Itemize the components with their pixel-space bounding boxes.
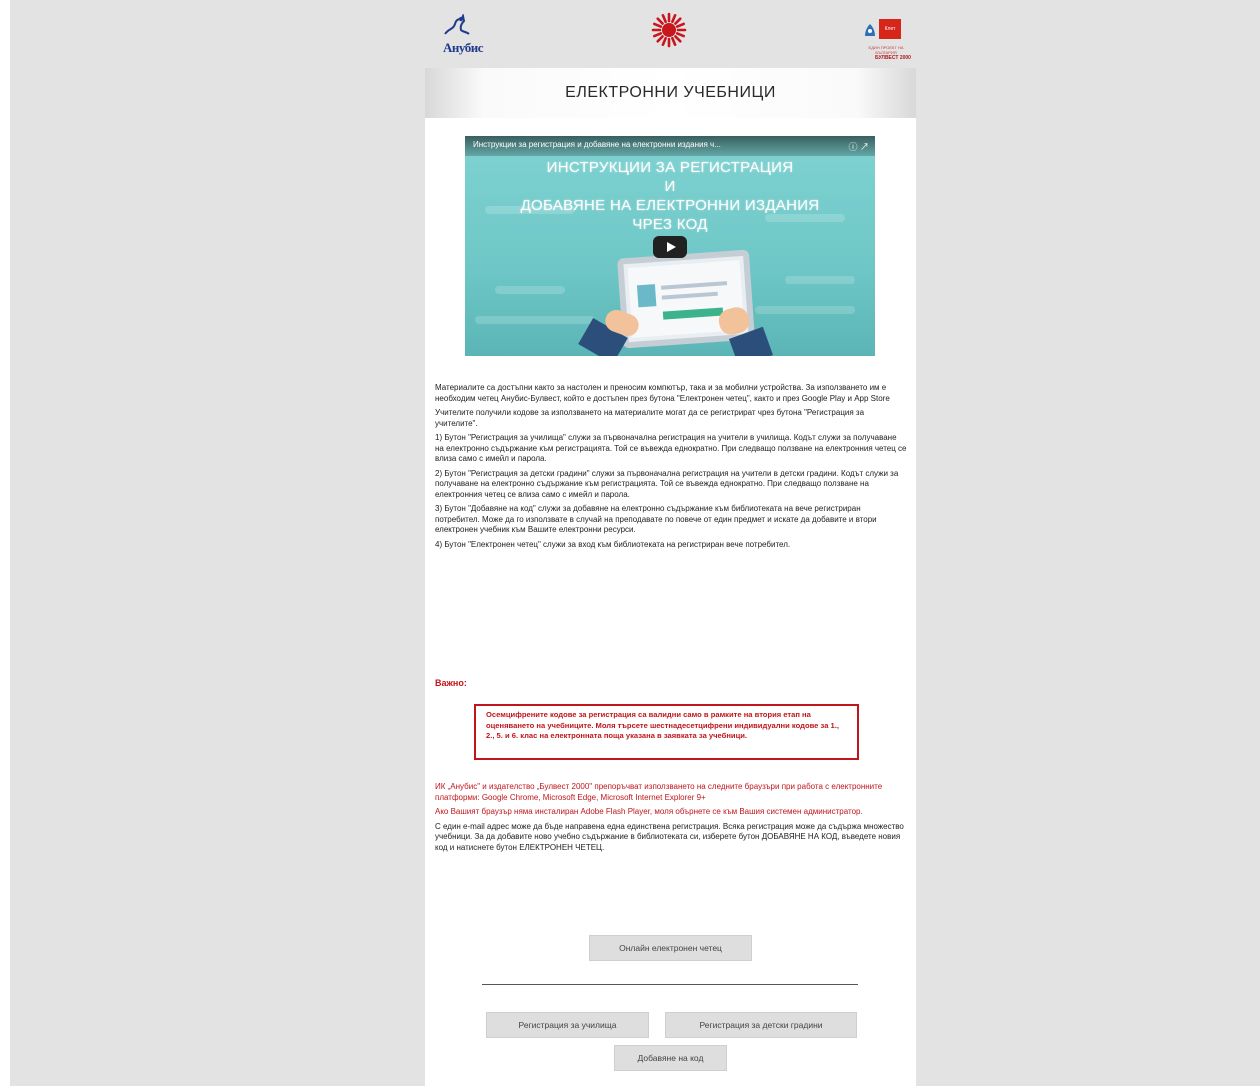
bulvest-sun-icon — [651, 12, 687, 48]
important-label: Важно: — [435, 678, 467, 688]
register-schools-button[interactable]: Регистрация за училища — [486, 1012, 649, 1038]
divider — [482, 984, 858, 985]
anubis-figure-icon — [444, 12, 470, 35]
video-decor-stripe — [495, 286, 565, 294]
paragraph: Учителите получили кодове за използванет… — [435, 408, 865, 428]
video-share-icons[interactable]: ⓘ ↗ — [848, 140, 869, 153]
play-button[interactable] — [653, 236, 687, 258]
email-note: С един e-mail адрес може да бъде направе… — [435, 821, 904, 852]
bulvest-logo[interactable]: БУЛВЕСТ 2000 — [647, 12, 911, 62]
video-headline-line: И — [664, 178, 676, 195]
video-player[interactable]: Инструкции за регистрация и добавяне на … — [465, 136, 875, 356]
ministry-emblem-icon — [865, 24, 875, 36]
klett-logo-box: Клет — [879, 19, 901, 39]
video-decor-stripe — [755, 306, 855, 314]
page: Анубис БУЛВЕСТ 2000 Клет ЕДИН ПРОЕКТ НА … — [425, 0, 916, 1086]
anubis-logo[interactable]: Анубис — [433, 12, 483, 62]
flash-note: Ако Вашият браузър няма инсталиран Adobe… — [435, 807, 863, 816]
add-code-button[interactable]: Добавяне на код — [614, 1045, 727, 1071]
info-icon[interactable]: ⓘ — [848, 142, 857, 152]
warning-box: Осемцифрените кодове за регистрация са в… — [474, 704, 859, 760]
form-button-illustration — [662, 307, 724, 320]
form-line-illustration — [661, 281, 728, 290]
register-kindergartens-button[interactable]: Регистрация за детски градини — [665, 1012, 857, 1038]
form-line-illustration — [661, 291, 718, 300]
video-title[interactable]: Инструкции за регистрация и добавяне на … — [473, 140, 843, 149]
paragraph: Материалите са достъпни както за настоле… — [435, 383, 890, 403]
klett-logo-subtext: ЕДИН ПРОЕКТ НА БЪЛГАРИЯ — [868, 45, 904, 55]
video-headline-line: ЧРЕЗ КОД — [632, 216, 708, 233]
klett-logo[interactable]: Клет ЕДИН ПРОЕКТ НА БЪЛГАРИЯ — [862, 17, 910, 62]
title-bar: ЕЛЕКТРОННИ УЧЕБНИЦИ — [425, 68, 916, 118]
logo-row: Анубис БУЛВЕСТ 2000 Клет ЕДИН ПРОЕКТ НА … — [425, 0, 916, 68]
browser-note: ИК „Анубис" и издателство „Булвест 2000"… — [435, 782, 883, 802]
paragraph: 4) Бутон "Електронен четец" служи за вхо… — [435, 539, 791, 549]
paragraph: 1) Бутон "Регистрация за училища" служи … — [435, 433, 907, 463]
paragraph: 2) Бутон "Регистрация за детски градини"… — [435, 468, 899, 499]
page-title: ЕЛЕКТРОННИ УЧЕБНИЦИ — [565, 84, 776, 101]
notes-text: ИК „Анубис" и издателство „Булвест 2000"… — [435, 782, 907, 857]
online-reader-button[interactable]: Онлайн електронен четец — [589, 935, 752, 961]
video-headline-line: ИНСТРУКЦИИ ЗА РЕГИСТРАЦИЯ — [546, 159, 794, 176]
paragraph: 3) Бутон "Добавяне на код" служи за доба… — [435, 504, 877, 534]
video-decor-stripe — [475, 316, 595, 324]
video-headline-line: ДОБАВЯНЕ НА ЕЛЕКТРОННИ ИЗДАНИЯ — [520, 197, 820, 214]
play-icon — [666, 242, 676, 252]
video-headline: ИНСТРУКЦИИ ЗА РЕГИСТРАЦИЯ И ДОБАВЯНЕ НА … — [465, 158, 875, 234]
video-decor-stripe — [785, 276, 855, 284]
share-icon[interactable]: ↗ — [860, 142, 869, 152]
avatar-illustration — [636, 284, 657, 308]
content-panel: Инструкции за регистрация и добавяне на … — [425, 118, 916, 1086]
window-edge — [0, 0, 10, 1086]
instructions-text: Материалите са достъпни както за настоле… — [435, 383, 907, 554]
